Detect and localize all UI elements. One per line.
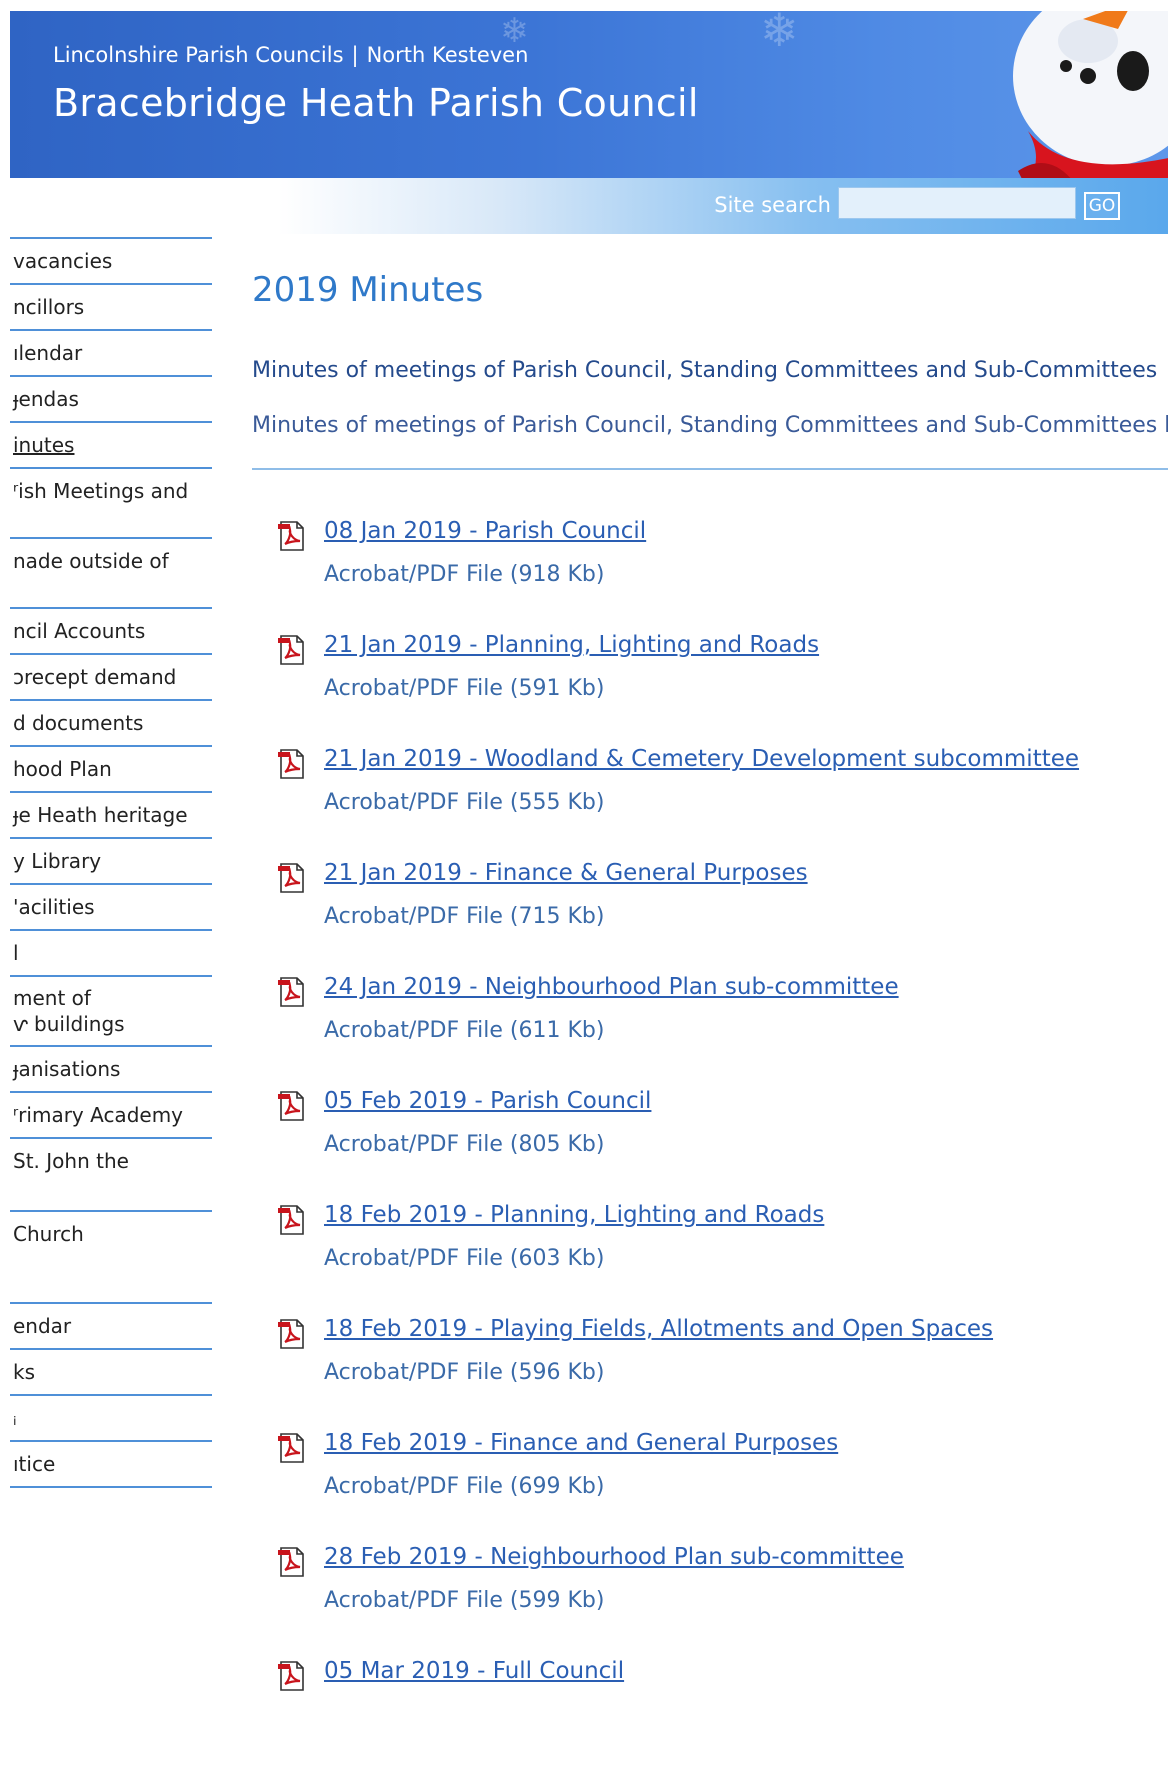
list-item: 21 Jan 2019 - Woodland & Cemetery Develo… [276, 746, 1156, 860]
breadcrumb: Lincolnshire Parish Councils | North Keste… [53, 43, 528, 67]
file-info: Acrobat/PDF File (611 Kb) [324, 1018, 605, 1043]
document-list: 08 Jan 2019 - Parish Council Acrobat/PDF… [276, 518, 1156, 1772]
document-link[interactable]: 18 Feb 2019 - Playing Fields, Allotments… [324, 1316, 993, 1342]
document-link[interactable]: 28 Feb 2019 - Neighbourhood Plan sub-com… [324, 1544, 904, 1570]
pdf-file-icon [278, 749, 304, 779]
site-title[interactable]: Bracebridge Heath Parish Council [53, 81, 699, 125]
pdf-file-icon [278, 863, 304, 893]
pdf-file-icon [278, 1433, 304, 1463]
breadcrumb-separator: | [351, 43, 359, 67]
sidebar-item-documents[interactable]: d documents [10, 699, 212, 745]
snowman-image [1013, 11, 1168, 178]
pdf-file-icon [278, 1547, 304, 1577]
document-link[interactable]: 05 Mar 2019 - Full Council [324, 1658, 624, 1684]
pdf-file-icon [278, 635, 304, 665]
sidebar-item-st-john[interactable]: St. John the [10, 1137, 212, 1210]
sidebar-item-library[interactable]: y Library [10, 837, 212, 883]
document-link[interactable]: 21 Jan 2019 - Woodland & Cemetery Develo… [324, 746, 1079, 772]
file-info: Acrobat/PDF File (805 Kb) [324, 1132, 605, 1157]
document-link[interactable]: 21 Jan 2019 - Finance & General Purposes [324, 860, 808, 886]
search-go-button[interactable]: GO [1084, 192, 1120, 220]
pdf-file-icon [278, 1205, 304, 1235]
search-label: Site search [714, 193, 831, 217]
snowflake-icon: ❄ [760, 11, 799, 57]
list-item: 24 Jan 2019 - Neighbourhood Plan sub-com… [276, 974, 1156, 1088]
list-item: 21 Jan 2019 - Planning, Lighting and Roa… [276, 632, 1156, 746]
sidebar-item-facilities[interactable]: 'acilities [10, 883, 212, 929]
pdf-file-icon [278, 977, 304, 1007]
sidebar-item-notice[interactable]: ıtice [10, 1440, 212, 1488]
file-info: Acrobat/PDF File (591 Kb) [324, 676, 605, 701]
sidebar-item-misc[interactable]: l [10, 929, 212, 975]
list-item: 08 Jan 2019 - Parish Council Acrobat/PDF… [276, 518, 1156, 632]
sidebar-item-agendas[interactable]: ɟendas [10, 375, 212, 421]
pdf-file-icon [278, 1319, 304, 1349]
file-info: Acrobat/PDF File (603 Kb) [324, 1246, 605, 1271]
sidebar-item-events-calendar[interactable]: endar [10, 1302, 212, 1348]
breadcrumb-child-link[interactable]: North Kesteven [367, 43, 529, 67]
list-item: 18 Feb 2019 - Finance and General Purpos… [276, 1430, 1156, 1544]
sidebar-item-links[interactable]: ks [10, 1348, 212, 1394]
sidebar-item-church[interactable]: Church [10, 1210, 212, 1302]
list-item: 05 Feb 2019 - Parish Council Acrobat/PDF… [276, 1088, 1156, 1202]
breadcrumb-parent-link[interactable]: Lincolnshire Parish Councils [53, 43, 344, 67]
document-link[interactable]: 08 Jan 2019 - Parish Council [324, 518, 646, 544]
file-info: Acrobat/PDF File (555 Kb) [324, 790, 605, 815]
intro-description: Minutes of meetings of Parish Council, S… [252, 413, 1168, 438]
list-item: 18 Feb 2019 - Playing Fields, Allotments… [276, 1316, 1156, 1430]
file-info: Acrobat/PDF File (596 Kb) [324, 1360, 605, 1385]
sidebar-item-other[interactable]: ᵢ [10, 1394, 212, 1440]
main-content: 2019 Minutes Minutes of meetings of Pari… [252, 270, 1168, 1691]
intro-summary: Minutes of meetings of Parish Council, S… [252, 358, 1158, 383]
file-info: Acrobat/PDF File (918 Kb) [324, 562, 605, 587]
pdf-file-icon [278, 1661, 304, 1691]
search-bar: Site search [278, 178, 1168, 234]
list-item: 18 Feb 2019 - Planning, Lighting and Roa… [276, 1202, 1156, 1316]
list-item: 21 Jan 2019 - Finance & General Purposes… [276, 860, 1156, 974]
sidebar-nav: vacancies ncillors ılendar ɟendas inutes… [10, 237, 212, 1488]
sidebar-item-calendar[interactable]: ılendar [10, 329, 212, 375]
sidebar-item-parish-meetings[interactable]: ʳish Meetings and [10, 467, 212, 537]
list-item: 05 Mar 2019 - Full Council [276, 1658, 1156, 1772]
pdf-file-icon [278, 1091, 304, 1121]
content-divider [252, 468, 1168, 470]
sidebar-item-council-accounts[interactable]: ncil Accounts [10, 607, 212, 653]
sidebar-item-vacancies[interactable]: vacancies [10, 237, 212, 283]
sidebar-item-buildings[interactable]: ment of ⱱ buildings [10, 975, 212, 1045]
file-info: Acrobat/PDF File (599 Kb) [324, 1588, 605, 1613]
file-info: Acrobat/PDF File (699 Kb) [324, 1474, 605, 1499]
site-header: ❄ ❄ Lincolnshire Parish Councils | North K… [10, 11, 1168, 178]
sidebar-item-neighbourhood-plan[interactable]: hood Plan [10, 745, 212, 791]
sidebar-item-made-outside[interactable]: nade outside of [10, 537, 212, 607]
file-info: Acrobat/PDF File (715 Kb) [324, 904, 605, 929]
sidebar-item-heritage[interactable]: ɟe Heath heritage [10, 791, 212, 837]
sidebar-item-primary-academy[interactable]: ʳrimary Academy [10, 1091, 212, 1137]
document-link[interactable]: 18 Feb 2019 - Finance and General Purpos… [324, 1430, 838, 1456]
list-item: 28 Feb 2019 - Neighbourhood Plan sub-com… [276, 1544, 1156, 1658]
search-input[interactable] [838, 187, 1076, 219]
sidebar-item-councillors[interactable]: ncillors [10, 283, 212, 329]
document-link[interactable]: 18 Feb 2019 - Planning, Lighting and Roa… [324, 1202, 824, 1228]
page-title: 2019 Minutes [252, 270, 484, 310]
sidebar-item-organisations[interactable]: ɟanisations [10, 1045, 212, 1091]
pdf-file-icon [278, 521, 304, 551]
sidebar-item-minutes[interactable]: inutes [10, 421, 212, 467]
document-link[interactable]: 05 Feb 2019 - Parish Council [324, 1088, 651, 1114]
sidebar-item-precept-demand[interactable]: ɔrecept demand [10, 653, 212, 699]
document-link[interactable]: 24 Jan 2019 - Neighbourhood Plan sub-com… [324, 974, 899, 1000]
document-link[interactable]: 21 Jan 2019 - Planning, Lighting and Roa… [324, 632, 819, 658]
